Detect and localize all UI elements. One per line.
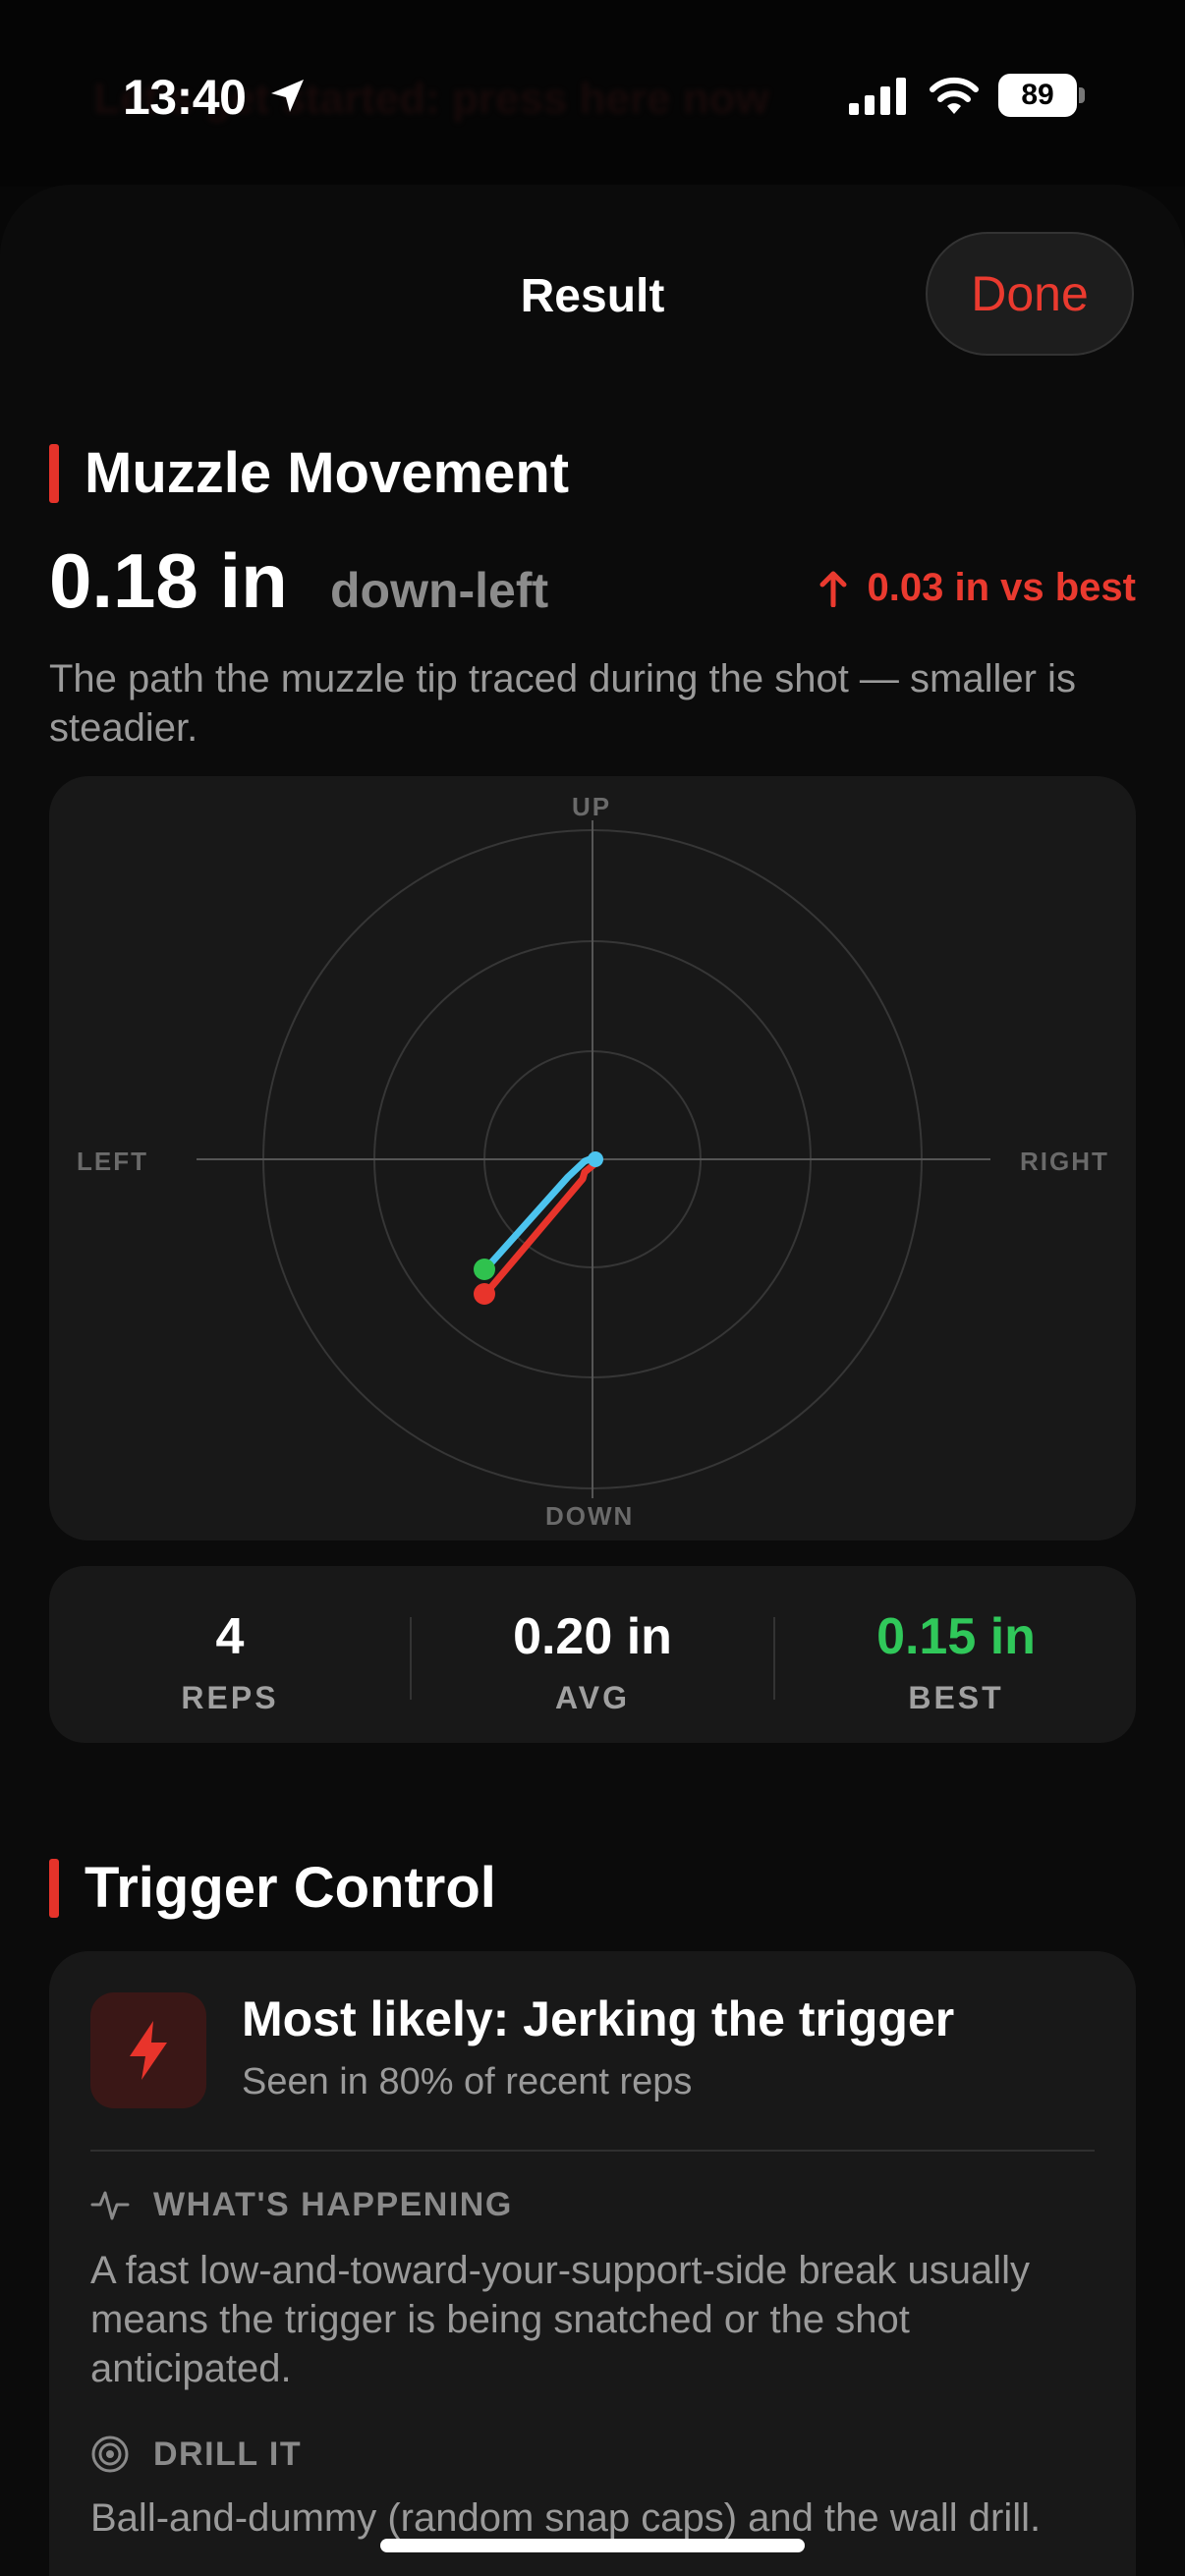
status-bar: Let's get started: press here now 13:40 … — [0, 0, 1185, 187]
whats-happening-text: A fast low-and-toward-your-support-side … — [90, 2249, 1030, 2390]
section-title-muzzle: Muzzle Movement — [85, 441, 570, 505]
divider — [90, 2150, 1095, 2152]
stat-value: 4 — [215, 1608, 245, 1665]
drill-text: Ball-and-dummy (random snap caps) and th… — [90, 2496, 1042, 2540]
muzzle-section-header: Muzzle Movement — [49, 440, 569, 506]
muzzle-trace-plot: UP DOWN LEFT RIGHT — [49, 776, 1136, 1540]
delta-vs-best: 0.03 in vs best — [818, 566, 1136, 610]
location-arrow-icon — [271, 80, 304, 112]
trace-start-marker — [588, 1151, 603, 1167]
stats-summary: 4 REPS 0.20 in AVG 0.15 in BEST — [49, 1566, 1136, 1743]
drill-label: DRILL IT — [153, 2435, 303, 2473]
trace-plot-svg — [197, 820, 990, 1498]
current-end-dot — [474, 1283, 495, 1305]
stat-avg: 0.20 in AVG — [412, 1566, 773, 1743]
bolt-icon-tile — [90, 1992, 206, 2108]
stat-label: BEST — [908, 1680, 1004, 1715]
muzzle-description: The path the muzzle tip traced during th… — [49, 657, 1076, 750]
current-trace-line — [481, 1156, 603, 1298]
stat-best: 0.15 in BEST — [775, 1566, 1137, 1743]
cellular-signal-icon — [849, 78, 906, 115]
stat-value: 0.20 in — [513, 1608, 672, 1665]
axis-label-down: DOWN — [545, 1501, 635, 1531]
result-sheet: Result Done Muzzle Movement 0.18 in down… — [0, 185, 1185, 2576]
lightning-bolt-icon — [130, 2021, 167, 2080]
section-title-trigger: Trigger Control — [85, 1856, 496, 1920]
section-accent-bar — [49, 443, 59, 503]
wifi-icon — [930, 77, 979, 114]
axis-label-up: UP — [572, 792, 612, 821]
trigger-diagnosis-card: Most likely: Jerking the trigger Seen in… — [49, 1951, 1136, 2576]
stat-label: AVG — [555, 1680, 630, 1715]
best-trace-line — [481, 1153, 598, 1273]
clock: 13:40 — [123, 70, 247, 125]
home-indicator[interactable] — [380, 2539, 805, 2552]
muzzle-direction: down-left — [330, 563, 549, 618]
battery-indicator: 89 — [998, 74, 1077, 117]
muzzle-value: 0.18 in — [49, 537, 288, 624]
drill-header: DRILL IT — [90, 2435, 302, 2474]
trigger-section-header: Trigger Control — [49, 1855, 496, 1921]
diagnosis-title: Most likely: Jerking the trigger — [242, 1991, 955, 2046]
stat-value: 0.15 in — [876, 1608, 1036, 1665]
diagnosis-frequency: Seen in 80% of recent reps — [242, 2061, 693, 2102]
axis-label-left: LEFT — [77, 1147, 148, 1176]
waveform-icon — [90, 2191, 130, 2220]
stat-reps: 4 REPS — [49, 1566, 411, 1743]
delta-text: 0.03 in vs best — [867, 566, 1136, 609]
best-end-dot — [474, 1259, 495, 1280]
battery-cap — [1079, 87, 1085, 103]
section-accent-bar — [49, 1858, 59, 1918]
whats-happening-label: WHAT'S HAPPENING — [153, 2185, 513, 2223]
target-icon — [91, 2436, 129, 2473]
stat-label: REPS — [181, 1680, 279, 1715]
done-button[interactable]: Done — [926, 232, 1134, 356]
whats-happening-header: WHAT'S HAPPENING — [90, 2185, 513, 2224]
arrow-up-icon — [819, 571, 847, 607]
axis-label-right: RIGHT — [1020, 1147, 1109, 1176]
